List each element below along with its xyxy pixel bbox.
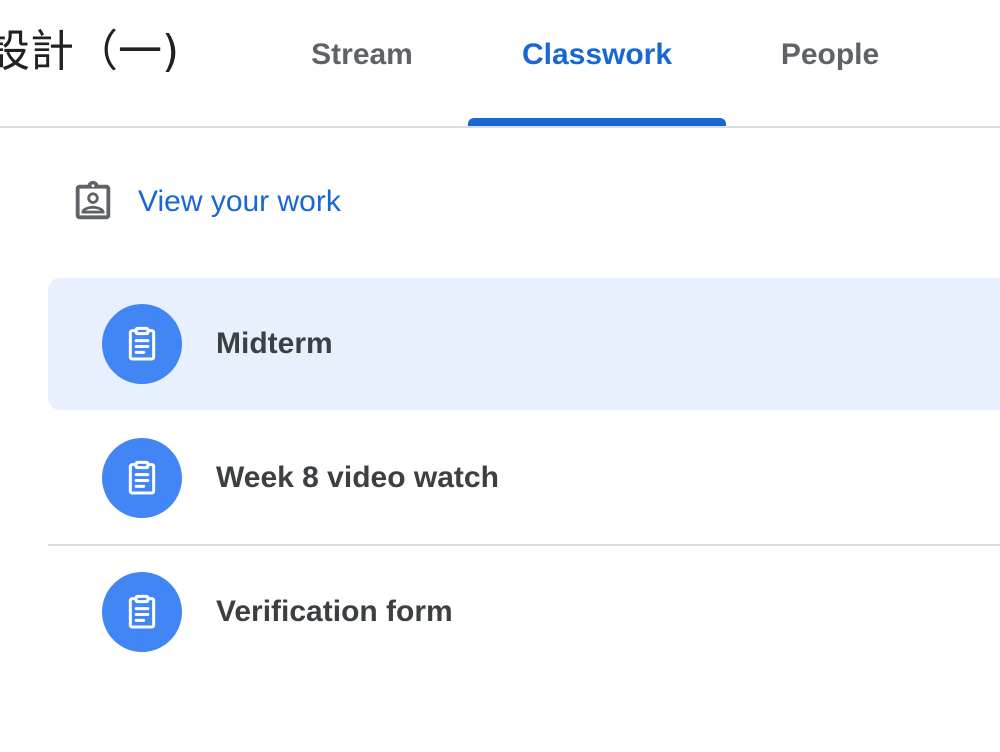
classwork-item-week8[interactable]: Week 8 video watch [48, 412, 1000, 544]
classwork-item-verification[interactable]: Verification form [48, 546, 1000, 678]
top-bar: 設計（一) Stream Classwork People [0, 0, 1000, 128]
active-tab-indicator [468, 118, 726, 126]
tab-classwork-label: Classwork [521, 38, 673, 71]
assignment-icon [102, 304, 182, 384]
tab-people[interactable]: People [752, 0, 908, 126]
tab-people-label: People [780, 38, 880, 71]
classwork-item-title: Verification form [216, 595, 453, 628]
tab-stream[interactable]: Stream [282, 0, 442, 126]
classwork-item-title: Midterm [216, 327, 333, 360]
assignment-ind-icon [66, 175, 120, 229]
classwork-item-midterm[interactable]: Midterm [48, 278, 1000, 410]
tab-classwork[interactable]: Classwork [468, 0, 726, 126]
assignment-icon [102, 438, 182, 518]
class-title: 設計（一) [0, 26, 180, 77]
assignment-icon [102, 572, 182, 652]
tab-stream-label: Stream [311, 38, 413, 71]
classwork-item-title: Week 8 video watch [216, 461, 499, 494]
view-your-work-label: View your work [138, 185, 341, 218]
view-your-work-link[interactable]: View your work [66, 172, 341, 232]
classroom-page: 設計（一) Stream Classwork People View your … [0, 0, 1000, 752]
